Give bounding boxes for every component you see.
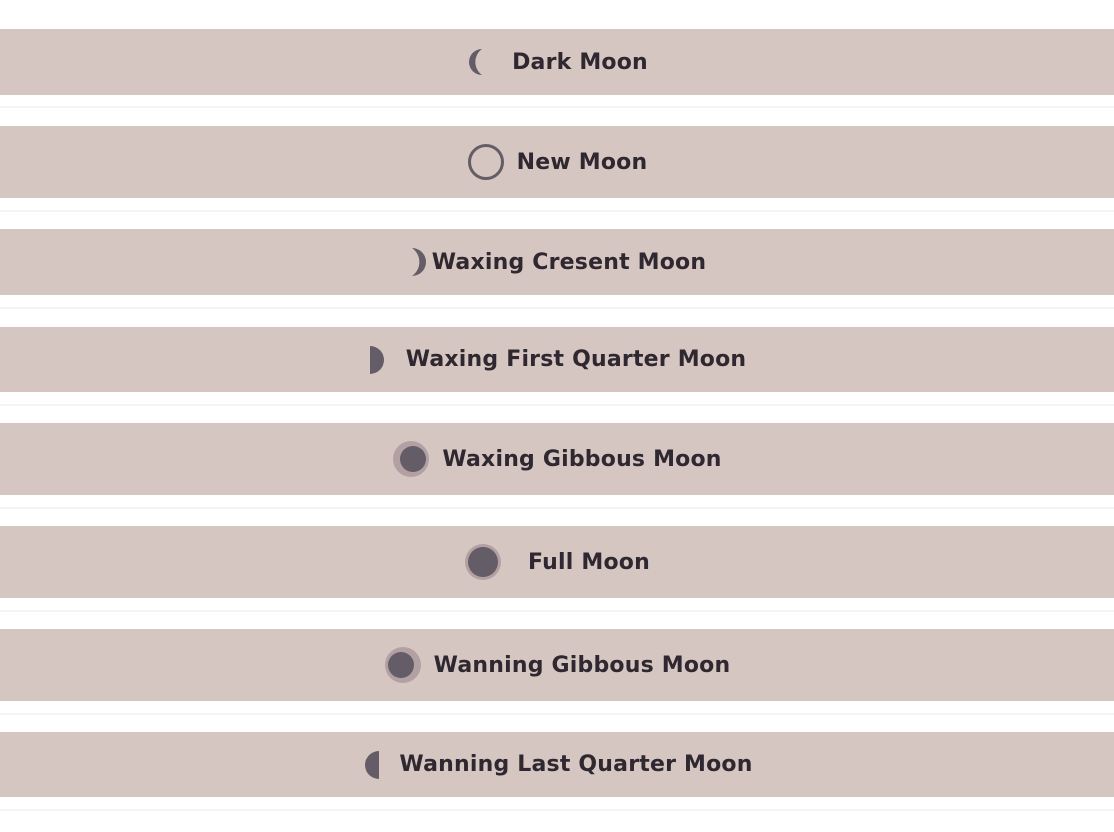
phase-label: Dark Moon [512,49,648,75]
separator [0,307,1114,309]
phase-label: Full Moon [528,549,650,575]
phase-label: New Moon [516,149,648,175]
moon-phase-list: Dark Moon New Moon Waxing Cresent Moon W… [0,0,1114,832]
separator [0,404,1114,406]
separator [0,610,1114,612]
dark-moon-crescent-icon [466,47,486,77]
phase-item-waxing-gibbous-moon[interactable]: Waxing Gibbous Moon [0,423,1114,495]
phase-item-new-moon[interactable]: New Moon [0,126,1114,198]
new-moon-ring-icon [467,143,505,181]
phase-label: Wanning Gibbous Moon [433,652,731,678]
phase-label: Waxing Cresent Moon [431,249,707,275]
separator [0,713,1114,715]
separator [0,210,1114,212]
phase-label: Waxing First Quarter Moon [405,347,747,372]
separator [0,106,1114,108]
phase-item-dark-moon[interactable]: Dark Moon [0,29,1114,95]
phase-item-last-quarter-moon[interactable]: Wanning Last Quarter Moon [0,732,1114,797]
waxing-gibbous-moon-icon [392,440,430,478]
phase-item-waxing-crescent-moon[interactable]: Waxing Cresent Moon [0,229,1114,295]
waning-gibbous-moon-icon [384,646,422,684]
phase-label: Waxing Gibbous Moon [442,446,722,472]
separator [0,809,1114,811]
separator [0,507,1114,509]
phase-item-waning-gibbous-moon[interactable]: Wanning Gibbous Moon [0,629,1114,701]
phase-label: Wanning Last Quarter Moon [399,752,753,777]
phase-item-full-moon[interactable]: Full Moon [0,526,1114,598]
full-moon-icon [464,543,502,581]
phase-item-first-quarter-moon[interactable]: Waxing First Quarter Moon [0,327,1114,392]
first-quarter-moon-icon [368,345,388,375]
waxing-crescent-moon-icon [408,246,430,278]
last-quarter-moon-icon [361,750,381,780]
